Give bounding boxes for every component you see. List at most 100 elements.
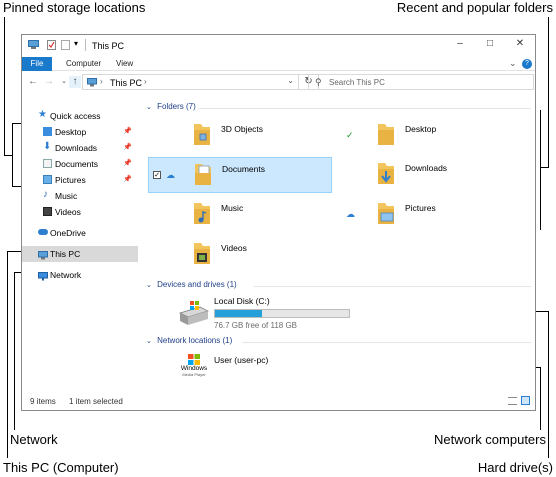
leader-line xyxy=(14,272,15,430)
help-icon[interactable]: ? xyxy=(522,59,532,69)
documents-icon xyxy=(43,159,52,168)
file-explorer-window: ▾ This PC – □ ✕ File Computer View ⌄ ? ←… xyxy=(21,34,536,411)
window-title: This PC xyxy=(92,41,125,51)
properties-icon[interactable] xyxy=(47,40,56,52)
search-box[interactable]: ⚲ Search This PC xyxy=(308,74,534,90)
item-count: 9 items xyxy=(30,397,56,406)
windows-media-player-logo: Windows Media Player xyxy=(178,354,210,380)
folder-label: 3D Objects xyxy=(221,124,264,134)
leader-line xyxy=(4,155,12,156)
sidebar-item-label: OneDrive xyxy=(50,228,86,238)
leader-line xyxy=(540,367,541,430)
breadcrumb[interactable]: This PC xyxy=(110,78,142,88)
breadcrumb-separator-icon: › xyxy=(100,77,103,86)
sidebar-item-documents[interactable]: Documents 📌 xyxy=(22,156,138,172)
group-divider xyxy=(254,286,531,287)
new-folder-icon[interactable] xyxy=(61,40,70,52)
forward-icon[interactable]: → xyxy=(43,76,55,88)
tab-file[interactable]: File xyxy=(22,57,52,71)
status-bar: 9 items 1 item selected xyxy=(22,394,535,410)
search-input[interactable]: Search This PC xyxy=(329,78,385,87)
logo-subtext: Media Player xyxy=(182,372,206,377)
search-icon: ⚲ xyxy=(315,77,322,87)
folder-label: Desktop xyxy=(405,124,437,134)
downloads-folder-icon xyxy=(378,163,394,184)
sidebar-item-label: Desktop xyxy=(55,127,87,137)
pin-icon[interactable]: 📌 xyxy=(123,172,132,188)
folder-label: Downloads xyxy=(405,163,448,173)
leader-line xyxy=(540,167,549,168)
tab-view[interactable]: View xyxy=(110,57,139,71)
drive-usage-bar xyxy=(214,309,350,318)
this-pc-icon xyxy=(28,40,39,52)
desktop-folder-icon xyxy=(378,124,394,145)
cloud-status-icon: ☁ xyxy=(346,209,355,219)
sidebar-item-onedrive[interactable]: OneDrive xyxy=(22,225,138,241)
sidebar-item-desktop[interactable]: Desktop 📌 xyxy=(22,124,138,140)
expand-ribbon-icon[interactable]: ⌄ xyxy=(509,58,517,69)
3d-objects-folder-icon xyxy=(194,124,210,145)
group-header-network[interactable]: ⌄ Network locations (1) xyxy=(146,336,531,348)
ribbon: File Computer View ⌄ ? xyxy=(22,57,535,71)
drive-tile[interactable]: Local Disk (C:) 76.7 GB free of 118 GB xyxy=(172,295,392,335)
group-header-folders[interactable]: ⌄ Folders (7) xyxy=(146,102,531,114)
sidebar-item-pictures[interactable]: Pictures 📌 xyxy=(22,172,138,188)
details-view-icon[interactable] xyxy=(508,397,517,405)
sidebar-item-label: Network xyxy=(50,270,82,280)
folder-tile[interactable]: Downloads xyxy=(332,157,512,193)
title-separator xyxy=(85,39,86,51)
group-header-label: Devices and drives (1) xyxy=(157,280,237,289)
leader-line xyxy=(536,311,549,312)
logo-text: Windows xyxy=(180,365,208,372)
back-icon[interactable]: ← xyxy=(27,76,39,88)
network-location-tile[interactable]: Windows Media Player User (user-pc) xyxy=(172,352,392,382)
pin-icon[interactable]: 📌 xyxy=(123,156,132,172)
network-location-name: User (user-pc) xyxy=(214,355,269,365)
address-box[interactable]: › This PC › ⌄ xyxy=(82,74,299,90)
chevron-down-icon: ⌄ xyxy=(146,104,152,111)
leader-line xyxy=(548,311,549,458)
windows-flag-icon xyxy=(188,354,200,365)
folder-tile[interactable]: Videos xyxy=(148,237,328,273)
videos-icon xyxy=(43,207,52,216)
close-button[interactable]: ✕ xyxy=(509,38,531,54)
breadcrumb-chevron-icon[interactable]: › xyxy=(144,77,147,86)
folder-tile-selected[interactable]: ✓ ☁ Documents xyxy=(148,157,332,193)
group-header-label: Network locations (1) xyxy=(157,336,233,345)
folder-tile[interactable]: 3D Objects xyxy=(148,118,328,154)
leader-line xyxy=(12,123,13,186)
sidebar-item-this-pc[interactable]: This PC xyxy=(22,246,138,262)
pin-icon[interactable]: 📌 xyxy=(123,124,132,140)
callout-recent: Recent and popular folders xyxy=(396,0,553,15)
large-icons-view-icon[interactable] xyxy=(521,396,530,405)
callout-hard-drives: Hard drive(s) xyxy=(477,460,553,475)
downloads-icon: ⬇ xyxy=(43,141,52,152)
up-icon[interactable]: ↑ xyxy=(69,76,81,88)
tab-computer[interactable]: Computer xyxy=(60,57,107,71)
callout-this-pc: This PC (Computer) xyxy=(3,460,119,475)
cloud-icon xyxy=(38,229,48,235)
music-folder-icon xyxy=(194,203,210,224)
sidebar-item-downloads[interactable]: ⬇ Downloads 📌 xyxy=(22,140,138,156)
documents-folder-icon xyxy=(195,164,211,185)
callout-network-computers: Network computers xyxy=(434,432,546,447)
sidebar-item-music[interactable]: ♪ Music xyxy=(22,188,138,204)
folder-tile[interactable]: ✓ Desktop xyxy=(332,118,512,154)
navigation-pane: ★ Quick access Desktop 📌 ⬇ Downloads 📌 D… xyxy=(22,98,138,388)
folder-label: Pictures xyxy=(405,203,436,213)
maximize-button[interactable]: □ xyxy=(479,38,501,54)
group-header-devices[interactable]: ⌄ Devices and drives (1) xyxy=(146,280,531,292)
pin-icon[interactable]: 📌 xyxy=(123,140,132,156)
cloud-status-icon: ☁ xyxy=(166,170,175,180)
sidebar-item-quick-access[interactable]: ★ Quick access xyxy=(22,108,138,124)
folder-tile[interactable]: Music xyxy=(148,197,328,233)
sidebar-item-videos[interactable]: Videos xyxy=(22,204,138,220)
hard-drive-icon xyxy=(179,301,209,325)
drive-name: Local Disk (C:) xyxy=(214,296,270,306)
sidebar-item-network[interactable]: Network xyxy=(22,267,138,283)
minimize-button[interactable]: – xyxy=(449,38,471,54)
address-dropdown-icon[interactable]: ⌄ xyxy=(287,76,294,85)
selection-checkbox[interactable]: ✓ xyxy=(153,171,161,179)
folder-tile[interactable]: ☁ Pictures xyxy=(332,197,512,233)
customize-toolbar-icon[interactable]: ▾ xyxy=(74,39,78,48)
